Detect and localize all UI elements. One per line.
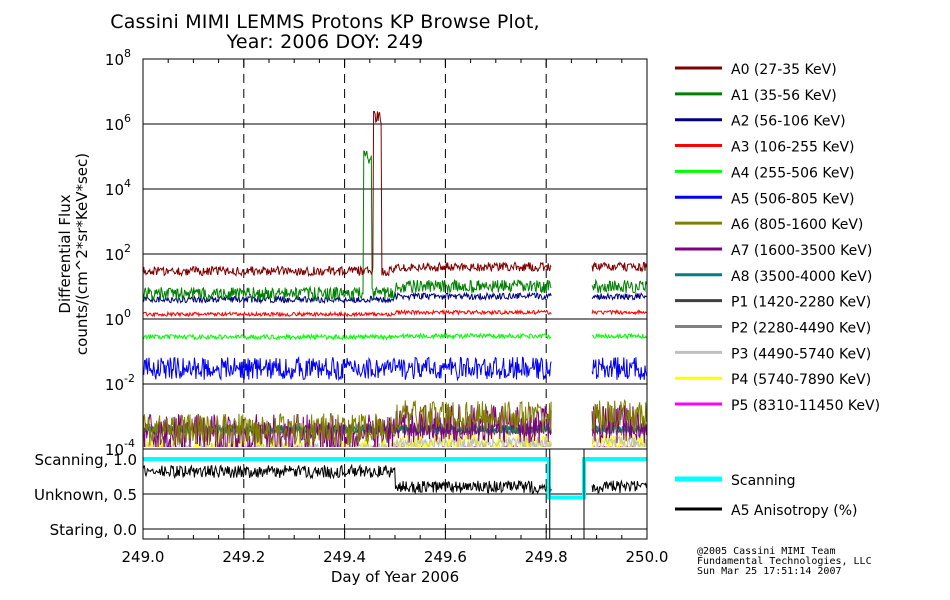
- flux-series-trace-4: [143, 331, 647, 341]
- legend-entry-8: A8 (3500-4000 KeV): [731, 269, 872, 285]
- mode-y-tick-label-0: Scanning, 1.0: [34, 451, 137, 469]
- flux-y-tick-label: 10: [105, 376, 124, 394]
- x-tick-label-2: 249.4: [323, 548, 366, 566]
- flux-series-trace-1: [143, 150, 647, 302]
- legend-entry-10: P2 (2280-4490 KeV): [731, 321, 871, 337]
- credit-line-3: Sun Mar 25 17:51:14 2007: [697, 566, 842, 577]
- legend-entry-12: P4 (5740-7890 KeV): [731, 372, 871, 388]
- y-axis-label-units: counts/(cm^2*sr*KeV*sec): [73, 153, 91, 355]
- flux-y-tick-label: 10: [105, 246, 124, 264]
- x-tick-label-1: 249.2: [222, 548, 265, 566]
- legend-entry-6: A6 (805-1600 KeV): [731, 217, 863, 233]
- legend-entry-0: A0 (27-35 KeV): [731, 62, 837, 78]
- anisotropy-trace: [142, 463, 647, 495]
- flux-y-tick-exponent: 6: [124, 112, 131, 125]
- legend-entry-3: A3 (106-255 KeV): [731, 140, 854, 156]
- flux-y-tick-exponent: 4: [124, 177, 131, 190]
- flux-y-tick-exponent: 8: [124, 47, 131, 60]
- mode-y-tick-label-2: Staring, 0.0: [50, 521, 137, 539]
- flux-series-trace-6: [143, 399, 647, 447]
- x-tick-label-0: 249.0: [122, 548, 165, 566]
- legend-entry-13: P5 (8310-11450 KeV): [731, 398, 880, 414]
- x-tick-label-5: 250.0: [626, 548, 669, 566]
- flux-y-tick-exponent: -4: [124, 437, 135, 450]
- flux-y-tick-label: 10: [105, 181, 124, 199]
- flux-y-tick-exponent: 2: [124, 242, 131, 255]
- legend-entry-1: A1 (35-56 KeV): [731, 88, 837, 104]
- flux-series-trace-5: [143, 355, 647, 382]
- legend-entry-11: P3 (4490-5740 KeV): [731, 346, 871, 362]
- x-tick-label-3: 249.6: [424, 548, 467, 566]
- flux-y-tick-label: 10: [105, 116, 124, 134]
- mode-y-tick-label-1: Unknown, 0.5: [34, 486, 137, 504]
- flux-y-tick-exponent: 0: [124, 307, 131, 320]
- lemms-browse-plot: 10 810 610 410 210 010 -210 -4Scanning, 1.0Unkn…: [34, 47, 880, 586]
- flux-y-tick-label: 10: [105, 51, 124, 69]
- legend-entry-2: A2 (56-106 KeV): [731, 114, 846, 130]
- flux-series-trace-0: [143, 110, 647, 278]
- x-axis-label: Day of Year 2006: [331, 568, 459, 586]
- legend-entry-9: P1 (1420-2280 KeV): [731, 295, 871, 311]
- legend-entry-mode-1: A5 Anisotropy (%): [731, 503, 858, 519]
- y-axis-label: Differential Flux: [56, 194, 74, 313]
- legend-entry-5: A5 (506-805 KeV): [731, 191, 854, 207]
- legend-entry-4: A4 (255-506 KeV): [731, 165, 854, 181]
- flux-series-trace-3: [143, 308, 647, 318]
- flux-y-tick-label: 10: [105, 311, 124, 329]
- legend-entry-7: A7 (1600-3500 KeV): [731, 243, 872, 259]
- legend-entry-mode-0: Scanning: [731, 473, 796, 489]
- x-tick-label-4: 249.8: [525, 548, 568, 566]
- flux-y-tick-exponent: -2: [124, 372, 135, 385]
